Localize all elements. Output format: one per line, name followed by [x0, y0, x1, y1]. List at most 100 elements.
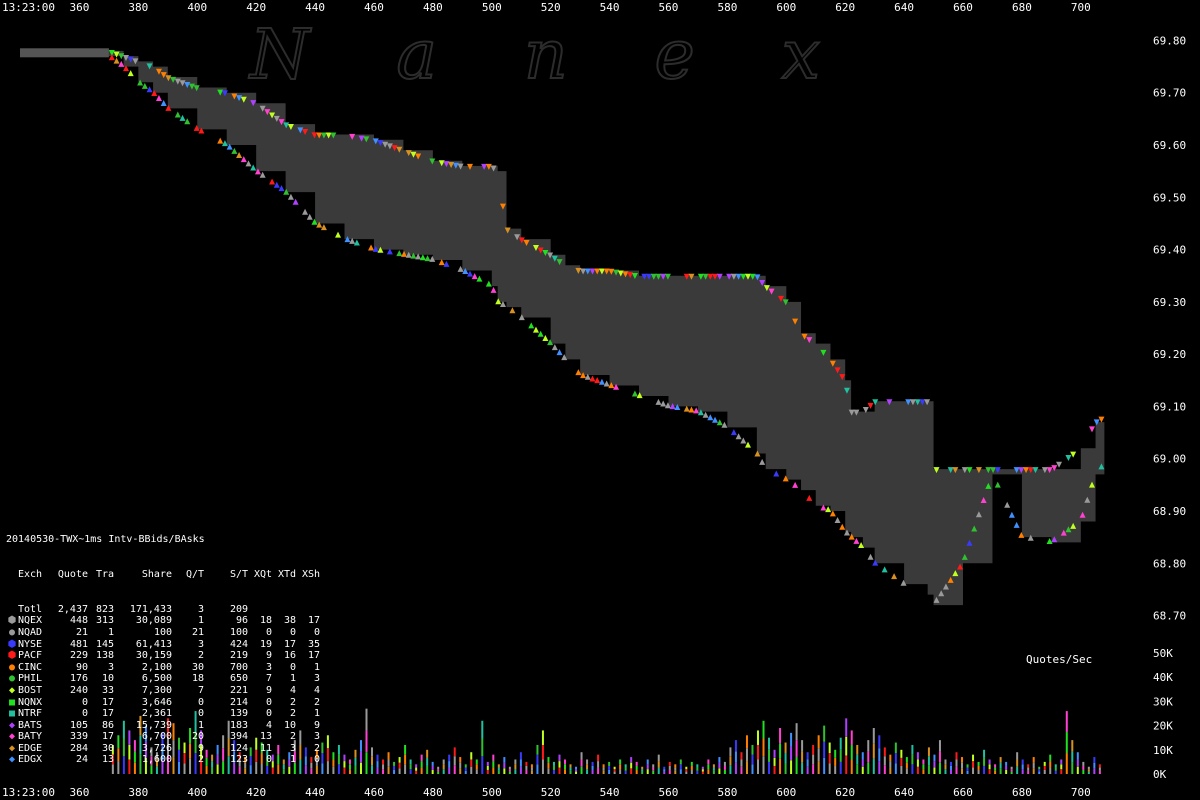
stats-cell-xtd: 0 — [289, 626, 296, 638]
volume-bar — [547, 768, 550, 774]
bid-marker — [834, 517, 841, 524]
volume-bar — [657, 767, 660, 774]
volume-bar — [354, 765, 357, 774]
volume-bar — [393, 769, 396, 774]
bid-marker — [792, 481, 799, 488]
volume-bar — [1032, 768, 1035, 774]
volume-bar — [459, 762, 462, 769]
volume-bar — [927, 756, 930, 766]
volume-bar — [723, 765, 726, 770]
watermark: Nanex — [248, 16, 820, 95]
stats-cell-qt: 1 — [197, 615, 204, 627]
volume-bar — [1076, 752, 1079, 760]
bid-marker — [490, 286, 497, 293]
volume-bar — [839, 737, 842, 750]
exchange-marker-icon: ● — [8, 661, 16, 673]
volume-bar — [519, 759, 522, 767]
x-tick-bottom-8: 520 — [541, 786, 561, 799]
volume-bar — [365, 708, 368, 731]
volume-bar — [337, 744, 340, 755]
stats-cell-xqt: 0 — [265, 696, 272, 708]
volume-bar — [486, 765, 489, 770]
volume-bar — [580, 759, 583, 767]
stats-cell-quote: 21 — [75, 626, 88, 638]
volume-bar — [938, 740, 941, 752]
stats-col-header: Share — [141, 568, 172, 580]
volume-bar — [1098, 770, 1101, 774]
bid-marker — [245, 160, 252, 167]
volume-bar — [575, 771, 578, 774]
volume-bar — [806, 759, 809, 767]
volume-bar — [845, 718, 848, 737]
bid-marker — [660, 400, 667, 407]
volume-bar — [426, 757, 429, 766]
price-tick-4: 69.40 — [1153, 244, 1186, 257]
volume-bar — [420, 761, 423, 768]
volume-bar — [481, 720, 484, 739]
volume-bar — [966, 770, 969, 774]
volume-bar — [955, 752, 958, 760]
x-tick-bottom-10: 560 — [659, 786, 679, 799]
stats-cell-quote: 24 — [75, 754, 88, 766]
volume-bar — [1027, 770, 1030, 774]
volume-bar — [646, 764, 649, 770]
x-tick-top-5: 460 — [364, 1, 384, 14]
volume-bar — [756, 759, 759, 774]
stats-cell-xqt: 4 — [265, 719, 272, 731]
volume-bar — [801, 740, 804, 752]
stats-cell-qt: 20 — [191, 731, 204, 743]
volume-bar — [961, 762, 964, 769]
stats-row: ◆ BATY 339 17 6,700 20 394 13 2 3 — [6, 731, 320, 743]
volume-bar — [729, 756, 732, 766]
volume-bar — [652, 770, 655, 774]
volume-bar — [569, 767, 572, 771]
volume-bar — [801, 762, 804, 774]
bid-marker — [485, 280, 492, 287]
volume-bar — [856, 754, 859, 765]
volume-bar — [745, 735, 748, 749]
volume-bar — [602, 764, 605, 768]
volume-bar — [806, 752, 809, 760]
volume-bar — [382, 759, 385, 765]
volume-bar — [1065, 753, 1068, 774]
ask-marker — [867, 402, 874, 409]
bid-marker — [589, 375, 596, 382]
volume-bar — [768, 737, 771, 750]
volume-bar — [486, 769, 489, 774]
volume-bar — [442, 764, 445, 770]
bid-marker — [217, 137, 224, 144]
stats-cell-share: 2,100 — [141, 661, 172, 673]
volume-bar — [393, 765, 396, 770]
stats-cell-qt: 2 — [197, 754, 204, 766]
stats-cell-xsh: 2 — [313, 742, 320, 754]
volume-bar — [558, 754, 561, 762]
volume-bar — [801, 751, 804, 763]
volume-bar — [900, 765, 903, 774]
volume-bar — [751, 744, 754, 755]
volume-bar — [321, 753, 324, 764]
pre-open-bar — [20, 48, 109, 58]
volume-bar — [1093, 757, 1096, 763]
x-tick-bottom-0: 360 — [70, 786, 90, 799]
volume-bar — [569, 764, 572, 768]
volume-bar — [955, 766, 958, 774]
volume-bar — [1016, 752, 1019, 760]
volume-bar — [641, 769, 644, 772]
x-tick-bottom-5: 460 — [364, 786, 384, 799]
volume-bar — [409, 764, 412, 770]
stats-cell-st: 650 — [229, 673, 248, 685]
stats-cell-share: 15,739 — [135, 719, 172, 731]
volume-bar — [519, 766, 522, 774]
stats-rows: Totl 2,437 823 171,433 3 209 ⬢ NQEX 448 313 30,089… — [6, 604, 320, 766]
volume-bar — [751, 754, 754, 765]
volume-bar — [459, 757, 462, 763]
bid-marker — [1004, 501, 1011, 508]
volume-bar — [872, 758, 875, 774]
stats-cell-xsh: 9 — [313, 719, 320, 731]
volume-bar — [729, 765, 732, 774]
bid-marker — [259, 171, 266, 178]
volume-bar — [508, 766, 511, 770]
volume-bar — [828, 753, 831, 764]
volume-bar — [878, 748, 881, 762]
volume-bar — [817, 748, 820, 762]
